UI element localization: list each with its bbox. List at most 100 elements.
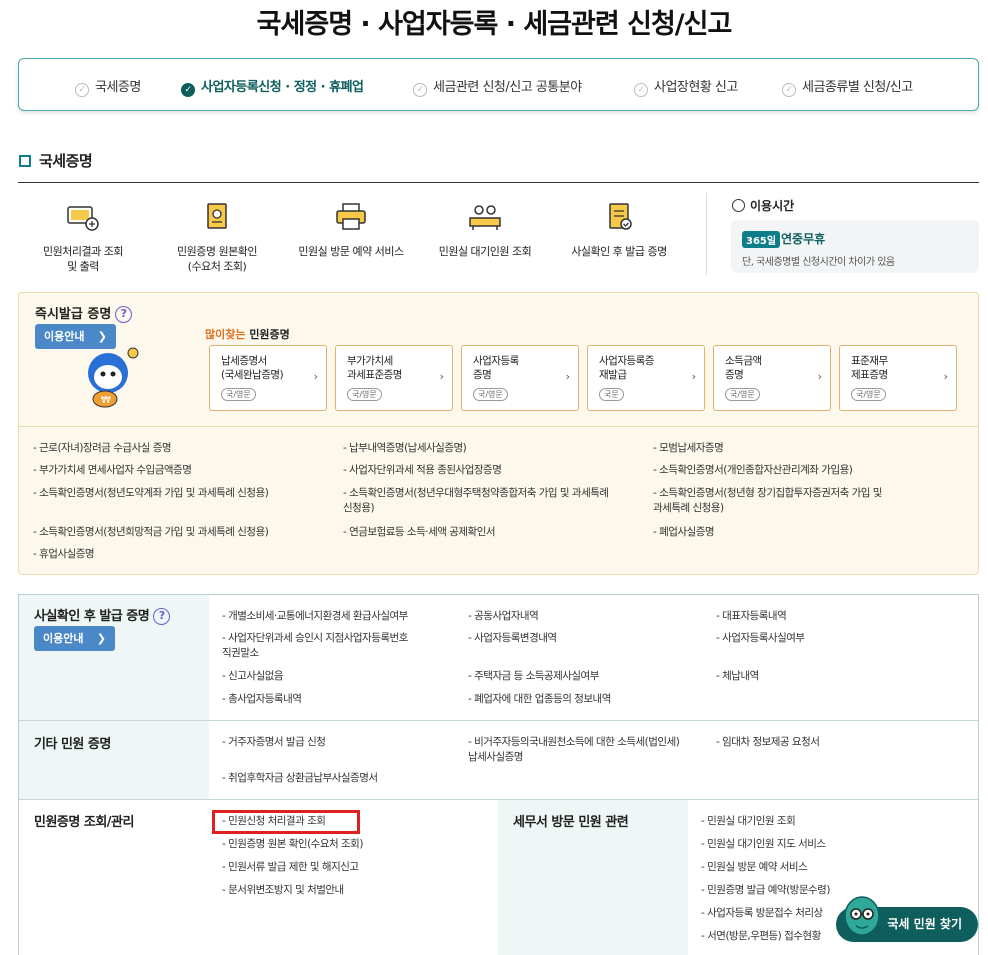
cert-link[interactable]: - 민원실 대기인원 조회 <box>701 814 796 829</box>
cert-link[interactable]: - 취업후학자금 상환금납부사실증명서 <box>222 771 378 786</box>
lang-tag: 국/영문 <box>725 388 760 401</box>
popular-card[interactable]: 부가가치세 과세표준증명 › 국/영문 <box>335 345 453 411</box>
check-icon: ✓ <box>782 83 796 97</box>
cert-link[interactable]: - 사업자등록사실여부 <box>716 631 805 646</box>
help-icon[interactable]: ? <box>153 608 171 625</box>
cert-link[interactable]: - 휴업사실증명 <box>33 547 95 562</box>
card-name: 납세증명서 (국세완납증명) <box>221 355 284 381</box>
chevron-right-icon: › <box>439 370 444 383</box>
cert-link[interactable]: - 소득확인증명서(개인종합자산관리계좌 가입용) <box>653 463 853 478</box>
tab-label: 사업장현황 신고 <box>654 80 738 95</box>
cert-link[interactable]: - 모범납세자증명 <box>653 441 724 456</box>
popular-card[interactable]: 사업자등록증 재발급 › 국문 <box>587 345 705 411</box>
tab-label: 국세증명 <box>95 80 141 95</box>
section-title: 국세증명 <box>19 150 93 171</box>
service-hours: 이용시간 365일 연중무휴 단, 국세증명별 신청시간이 차이가 있음 <box>706 193 979 275</box>
cert-link[interactable]: - 체납내역 <box>716 669 759 684</box>
cert-link[interactable]: - 서면(방문,우편등) 접수현황 <box>701 929 821 944</box>
tab-tax-type-application[interactable]: ✓ 세금종류별 신청/신고 <box>782 76 913 97</box>
instant-issuance-panel: 즉시발급 증명? 이용안내 ❯ ₩ 많이찾는 민원증명 납세증명서 (국세완납증명… <box>18 292 979 575</box>
cert-link[interactable]: - 연금보험료등 소득·세액 공제확인서 <box>343 525 496 540</box>
document-check-icon <box>609 203 632 230</box>
chevron-right-icon: › <box>817 370 822 383</box>
quick-link-label: 사실확인 후 발급 증명 <box>571 245 667 258</box>
quick-link-label: 민원처리결과 조회 및 출력 <box>43 245 123 273</box>
instant-title: 즉시발급 증명? <box>35 303 133 323</box>
help-icon[interactable]: ? <box>115 306 133 323</box>
other-title: 기타 민원 증명 <box>34 737 111 752</box>
quick-link-label: 민원실 방문 예약 서비스 <box>298 245 404 258</box>
cert-link[interactable]: - 소득확인증명서(청년형 장기집합투자증권저축 가입 및 과세특례 신청용) <box>653 486 953 516</box>
tab-label: 세금관련 신청/신고 공통분야 <box>433 80 582 95</box>
cert-link[interactable]: - 임대차 정보제공 요청서 <box>716 735 820 750</box>
card-name: 표준재무 제표증명 <box>851 355 888 381</box>
mascot-character-icon: ₩ <box>88 347 139 408</box>
cert-link[interactable]: - 거주자증명서 발급 신청 <box>222 735 326 750</box>
cert-link[interactable]: - 사업자단위과세 적용 종된사업장증명 <box>343 463 502 478</box>
tab-business-registration[interactable]: ✓ 사업자등록신청 · 정정 · 휴폐업 <box>181 76 364 97</box>
lang-tag: 국문 <box>599 388 624 401</box>
cert-link[interactable]: - 사업자등록 방문접수 처리상 <box>701 906 823 921</box>
cert-link[interactable]: - 근로(자녀)장려금 수급사실 증명 <box>33 441 172 456</box>
card-name: 소득금액 증명 <box>725 355 762 381</box>
tab-business-status-report[interactable]: ✓ 사업장현황 신고 <box>634 76 738 97</box>
quick-link-after-check[interactable]: 사실확인 후 발급 증명 <box>554 202 684 259</box>
cert-link[interactable]: - 사업자단위과세 승인시 지점사업자등록번호 직권말소 <box>222 631 408 661</box>
people-waiting-icon <box>469 205 501 230</box>
quick-link-visit-reservation[interactable]: 민원실 방문 예약 서비스 <box>286 202 416 259</box>
tab-common-application[interactable]: ✓ 세금관련 신청/신고 공통분야 <box>413 76 582 97</box>
cert-link[interactable]: - 소득확인증명서(청년우대형주택청약종합저축 가입 및 과세특례 신청용) <box>343 486 653 516</box>
cert-link[interactable]: - 부가가치세 면세사업자 수입금액증명 <box>33 463 192 478</box>
lang-tag: 국/영문 <box>473 388 508 401</box>
usage-guide-button[interactable]: 이용안내 ❯ <box>34 626 115 651</box>
check-icon: ✓ <box>634 83 648 97</box>
document-stamp-icon <box>207 203 227 229</box>
popular-card[interactable]: 사업자등록 증명 › 국/영문 <box>461 345 579 411</box>
cert-link[interactable]: - 사업자등록변경내역 <box>468 631 557 646</box>
divider <box>19 426 978 427</box>
clock-icon <box>732 199 745 212</box>
card-name: 사업자등록 증명 <box>473 355 519 381</box>
highlight-box <box>212 810 360 834</box>
cert-link[interactable]: - 납부내역증명(납세사실증명) <box>343 441 467 456</box>
quick-link-original-check[interactable]: 민원증명 원본확인 (수요처 조회) <box>152 202 282 274</box>
cert-link[interactable]: - 소득확인증명서(청년희망적금 가입 및 과세특례 신청용) <box>33 525 269 540</box>
cert-link[interactable]: - 폐업사실증명 <box>653 525 715 540</box>
quick-link-result-inquiry[interactable]: 민원처리결과 조회 및 출력 <box>18 202 148 274</box>
chevron-right-icon: › <box>313 370 318 383</box>
printer-icon <box>336 203 366 230</box>
cert-link[interactable]: - 개별소비세·교통에너지환경세 환급사실여부 <box>222 609 408 624</box>
quick-link-waiting-count[interactable]: 민원실 대기인원 조회 <box>420 202 550 259</box>
popular-card[interactable]: 표준재무 제표증명 › 국/영문 <box>839 345 957 411</box>
check-icon: ✓ <box>181 83 195 97</box>
tab-label: 사업자등록신청 · 정정 · 휴폐업 <box>201 80 364 95</box>
cert-link[interactable]: - 민원증명 원본 확인(수요처 조회) <box>222 837 363 852</box>
lang-tag: 국/영문 <box>221 388 256 401</box>
cert-link[interactable]: - 문서위변조방지 및 처벌안내 <box>222 883 344 898</box>
cert-link[interactable]: - 폐업자에 대한 업종등의 정보내역 <box>468 692 611 707</box>
lang-tag: 국/영문 <box>347 388 382 401</box>
popular-card[interactable]: 납세증명서 (국세완납증명) › 국/영문 <box>209 345 327 411</box>
check-icon: ✓ <box>75 83 89 97</box>
cert-link[interactable]: - 소득확인증명서(청년도약계좌 가입 및 과세특례 신청용) <box>33 486 269 501</box>
cert-link[interactable]: - 민원서류 발급 제한 및 해지신고 <box>222 860 359 875</box>
chevron-right-icon: ❯ <box>96 632 106 645</box>
row-divider <box>19 720 978 721</box>
popular-card[interactable]: 소득금액 증명 › 국/영문 <box>713 345 831 411</box>
cert-link[interactable]: - 총사업자등록내역 <box>222 692 302 707</box>
chevron-right-icon: › <box>943 370 948 383</box>
cert-link[interactable]: - 민원실 대기인원 지도 서비스 <box>701 837 826 852</box>
visit-title: 세무서 방문 민원 관련 <box>513 815 629 830</box>
cert-link[interactable]: - 주택자금 등 소득공제사실여부 <box>468 669 599 684</box>
tab-label: 세금종류별 신청/신고 <box>802 80 913 95</box>
cert-link[interactable]: - 대표자등록내역 <box>716 609 787 624</box>
tab-tax-certificate[interactable]: ✓ 국세증명 <box>75 76 141 97</box>
cert-link[interactable]: - 민원실 방문 예약 서비스 <box>701 860 808 875</box>
section-divider <box>18 182 979 183</box>
cert-link[interactable]: - 신고사실없음 <box>222 669 284 684</box>
cert-link[interactable]: - 비거주자등의국내원천소득에 대한 소득세(법인세) 납세사실증명 <box>468 735 680 765</box>
cert-link[interactable]: - 공동사업자내역 <box>468 609 539 624</box>
check-icon: ✓ <box>413 83 427 97</box>
hours-value: 연중무휴 <box>781 232 826 246</box>
cert-link[interactable]: - 민원증명 발급 예약(방문수령) <box>701 883 830 898</box>
